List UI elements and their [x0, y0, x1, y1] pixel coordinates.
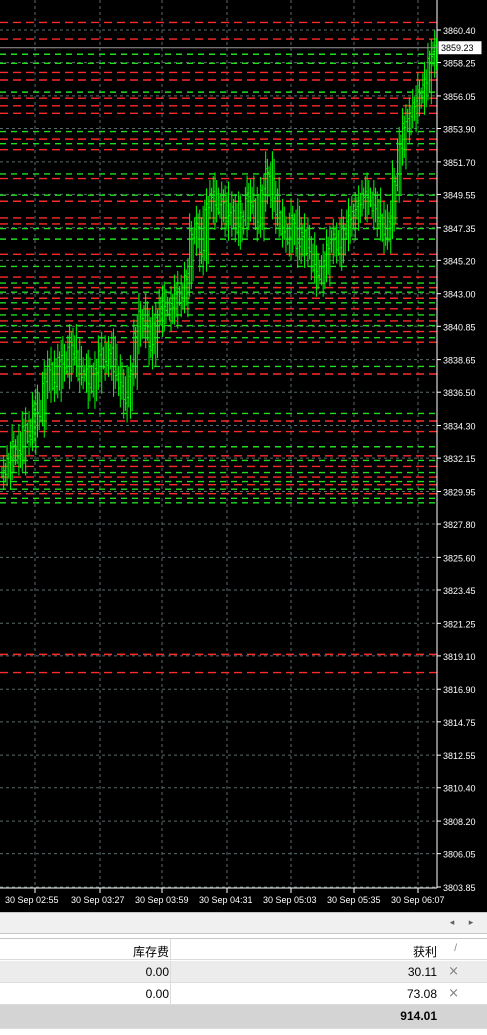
price-axis-label: 3803.85 — [443, 883, 476, 893]
time-axis-label: 30 Sep 05:35 — [327, 895, 381, 905]
price-axis-label: 3853.90 — [443, 125, 476, 135]
close-position-icon[interactable]: × — [448, 986, 459, 1001]
column-divider[interactable] — [170, 939, 171, 959]
price-axis-label: 3821.25 — [443, 619, 476, 629]
price-axis-label: 3812.55 — [443, 751, 476, 761]
price-axis-label: 3816.90 — [443, 685, 476, 695]
table-row[interactable]: 0.00 73.08 × — [0, 983, 487, 1005]
time-axis-label: 30 Sep 03:59 — [135, 895, 189, 905]
price-axis-label: 3834.30 — [443, 422, 476, 432]
total-row: 914.01 — [0, 1005, 487, 1029]
price-axis-label: 3836.50 — [443, 388, 476, 398]
price-axis-label: 3858.25 — [443, 59, 476, 69]
time-axis-label: 30 Sep 02:55 — [5, 895, 59, 905]
time-axis-label: 30 Sep 05:03 — [263, 895, 317, 905]
price-axis-label: 3851.70 — [443, 158, 476, 168]
price-axis-label: 3860.40 — [443, 26, 476, 36]
price-axis-label: 3838.65 — [443, 356, 476, 366]
profit-value: 30.11 — [407, 965, 437, 979]
column-header-swap[interactable]: 库存费 — [133, 943, 169, 960]
price-axis-label: 3856.05 — [443, 92, 476, 102]
table-header: 库存费 获利 / — [0, 938, 487, 960]
close-position-icon[interactable]: × — [448, 964, 459, 979]
price-axis-label: 3819.10 — [443, 652, 476, 662]
column-header-profit[interactable]: 获利 — [413, 943, 437, 960]
price-axis-label: 3829.95 — [443, 487, 476, 497]
price-axis-label: 3832.15 — [443, 454, 476, 464]
swap-value: 0.00 — [145, 965, 169, 979]
price-axis-label: 3840.85 — [443, 322, 476, 332]
price-axis-label: 3845.20 — [443, 256, 476, 266]
last-price-label: 3859.23 — [441, 43, 474, 53]
scroll-right-icon[interactable]: ▸ — [464, 916, 478, 930]
price-axis-label: 3814.75 — [443, 718, 476, 728]
price-axis-label: 3849.55 — [443, 190, 476, 200]
chart-canvas[interactable]: 3860.40 3858.25 3856.05 3853.90 3851.70 3849.… — [0, 0, 487, 912]
sort-indicator-icon: / — [454, 943, 457, 954]
time-axis-label: 30 Sep 06:07 — [391, 895, 445, 905]
scroll-left-icon[interactable]: ◂ — [445, 916, 459, 930]
column-divider — [170, 961, 171, 982]
table-row[interactable]: 0.00 30.11 × — [0, 961, 487, 983]
time-axis-label: 30 Sep 03:27 — [71, 895, 125, 905]
price-axis-label: 3847.35 — [443, 224, 476, 234]
price-axis-label: 3808.20 — [443, 817, 476, 827]
price-chart[interactable]: 3860.40 3858.25 3856.05 3853.90 3851.70 3849.… — [0, 0, 487, 912]
price-axis-label: 3806.05 — [443, 850, 476, 860]
swap-value: 0.00 — [145, 987, 169, 1001]
profit-value: 73.08 — [406, 987, 437, 1001]
price-axis-label: 3823.45 — [443, 586, 476, 596]
chart-scrollbar[interactable]: ◂ ▸ — [0, 912, 487, 934]
time-axis-label: 30 Sep 04:31 — [199, 895, 253, 905]
price-axis-label: 3810.40 — [443, 784, 476, 794]
total-profit-value: 914.01 — [400, 1009, 437, 1023]
price-axis-label: 3843.00 — [443, 290, 476, 300]
trade-terminal-panel: 库存费 获利 / 0.00 30.11 × 0.00 73.08 × 914.0… — [0, 934, 487, 1035]
column-divider — [170, 983, 171, 1004]
price-axis-label: 3825.60 — [443, 553, 476, 563]
price-axis-label: 3827.80 — [443, 520, 476, 530]
